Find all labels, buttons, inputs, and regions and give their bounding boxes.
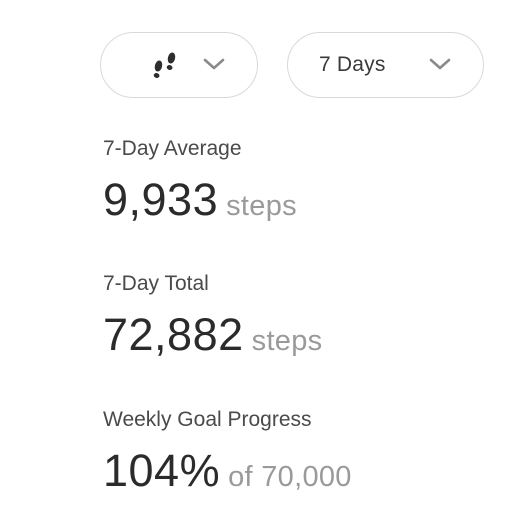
stat-unit: of 70,000 [228, 461, 352, 493]
stat-value-row: 9,933 steps [103, 177, 297, 234]
stat-unit: steps [226, 190, 297, 222]
stat-goal-progress: Weekly Goal Progress 104% of 70,000 [103, 408, 352, 505]
stat-average: 7-Day Average 9,933 steps [103, 137, 297, 234]
stat-value: 104% [103, 445, 221, 496]
stat-value-row: 104% of 70,000 [103, 448, 352, 505]
footsteps-icon [153, 52, 176, 78]
stat-total: 7-Day Total 72,882 steps [103, 272, 322, 369]
stat-unit: steps [251, 325, 323, 357]
stat-value: 9,933 [103, 174, 219, 225]
metric-dropdown[interactable] [100, 32, 258, 98]
stat-label: 7-Day Total [103, 272, 209, 295]
stat-label: 7-Day Average [103, 137, 242, 160]
range-dropdown-label: 7 Days [319, 53, 386, 76]
stat-value: 72,882 [103, 309, 244, 360]
stats-panel: 7 Days 7-Day Average 9,933 steps 7-Day To… [0, 0, 516, 528]
stat-label: Weekly Goal Progress [103, 408, 312, 431]
stat-value-row: 72,882 steps [103, 312, 322, 369]
chevron-down-icon [429, 58, 451, 70]
range-dropdown[interactable]: 7 Days [287, 32, 484, 98]
chevron-down-icon [203, 58, 225, 70]
